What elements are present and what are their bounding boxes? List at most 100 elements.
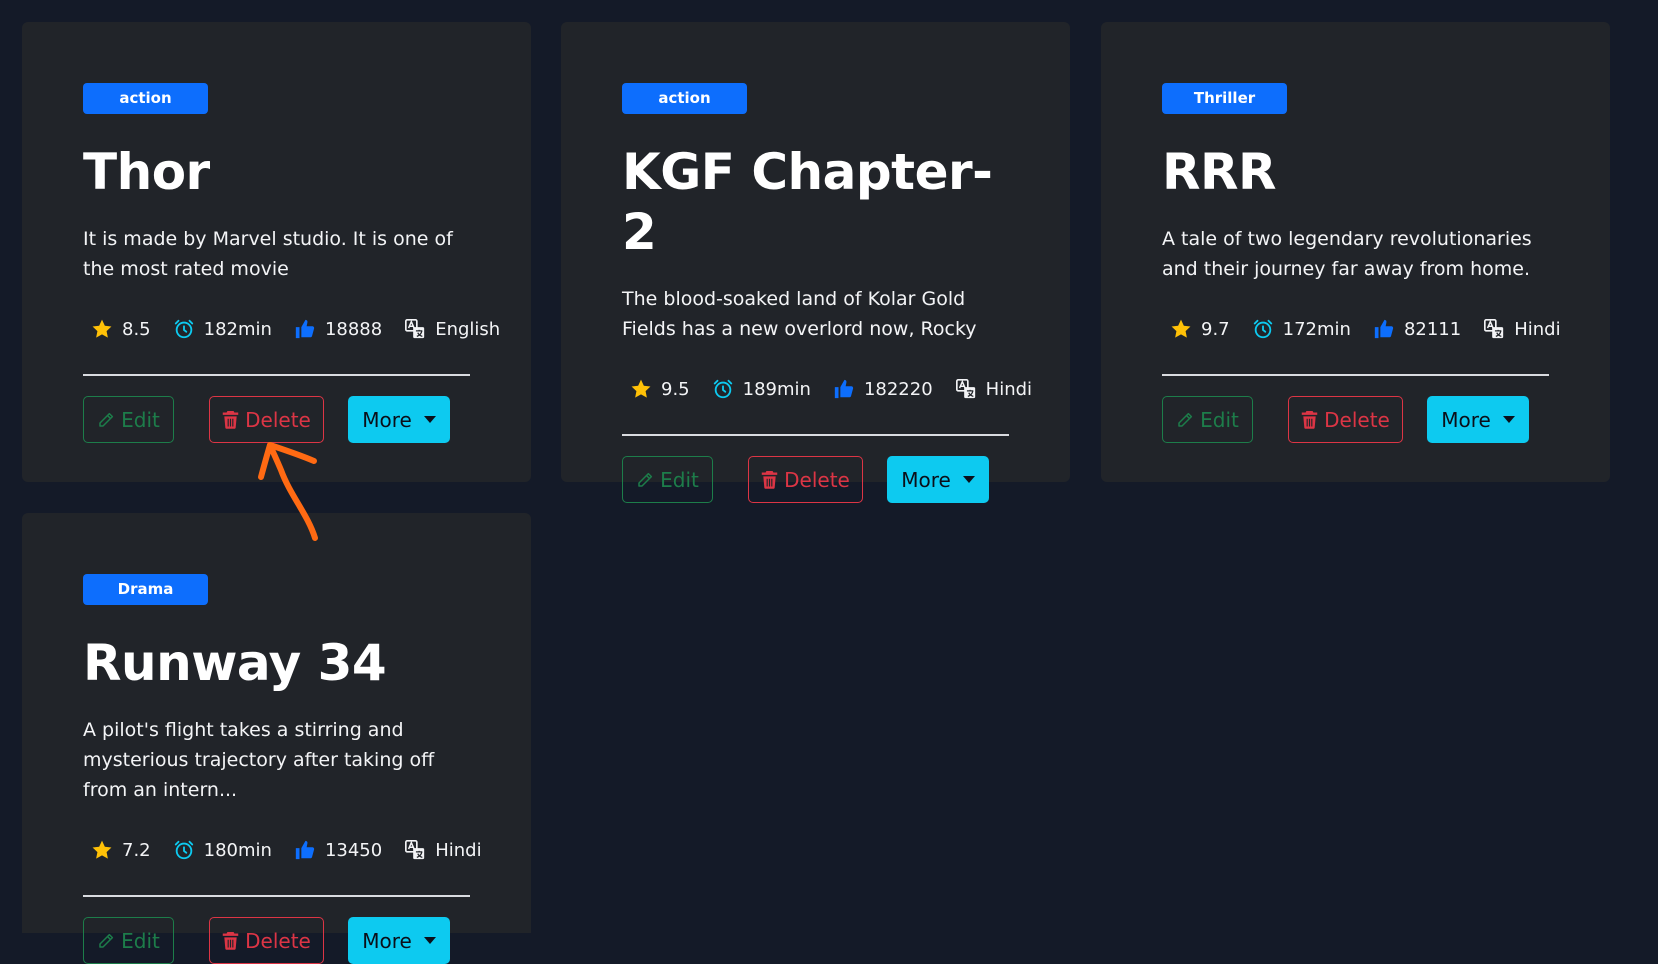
caret-down-icon	[423, 416, 436, 423]
card-divider	[83, 374, 470, 376]
language-value: English	[435, 318, 501, 340]
more-label: More	[362, 928, 412, 953]
more-dropdown-button[interactable]: More	[348, 917, 450, 964]
translate-icon	[955, 379, 975, 399]
more-label: More	[1441, 407, 1491, 432]
edit-button[interactable]: Edit	[83, 396, 174, 443]
edit-label: Edit	[121, 928, 160, 953]
movie-title: RRR	[1162, 143, 1277, 201]
translate-icon	[1484, 319, 1504, 339]
rating-stat: 8.5	[91, 318, 151, 340]
edit-button[interactable]: Edit	[1162, 396, 1253, 443]
duration-stat: 189min	[712, 378, 811, 400]
language-stat: English	[404, 318, 500, 340]
duration-value: 182min	[203, 318, 272, 340]
card-divider	[83, 895, 470, 897]
rating-stat: 9.7	[1170, 318, 1230, 340]
card-divider	[622, 434, 1009, 436]
edit-label: Edit	[121, 407, 160, 432]
rating-value: 9.7	[1201, 318, 1230, 340]
rating-stat: 7.2	[91, 839, 151, 861]
rating-value: 7.2	[122, 839, 151, 861]
likes-stat: 18888	[294, 318, 382, 340]
genre-badge: action	[622, 83, 747, 114]
more-dropdown-button[interactable]: More	[887, 456, 989, 503]
delete-label: Delete	[784, 467, 850, 492]
delete-button[interactable]: Delete	[748, 456, 863, 503]
card-actions: Edit Delete More	[83, 917, 470, 964]
duration-stat: 180min	[173, 839, 272, 861]
thumbs-up-icon	[295, 840, 315, 860]
movie-stats: 7.2 180min 13450 Hindi	[83, 835, 482, 865]
movie-card-grid: action Thor It is made by Marvel studio.…	[0, 0, 1658, 964]
movie-card: Thriller RRR A tale of two legendary rev…	[1101, 22, 1610, 482]
movie-title: Thor	[83, 143, 210, 201]
duration-stat: 182min	[173, 318, 272, 340]
likes-value: 13450	[324, 839, 383, 861]
pencil-icon	[99, 933, 114, 948]
translate-icon	[405, 840, 425, 860]
duration-value: 172min	[1282, 318, 1351, 340]
alarm-clock-icon	[1253, 319, 1272, 339]
likes-stat: 82111	[1373, 318, 1461, 340]
movie-card: action KGF Chapter-2 The blood-soaked la…	[561, 22, 1070, 503]
movie-description: A tale of two legendary revolutionaries …	[1162, 228, 1532, 280]
rating-value: 8.5	[122, 318, 151, 340]
language-value: Hindi	[435, 839, 482, 861]
more-label: More	[362, 407, 412, 432]
card-actions: Edit Delete More	[83, 396, 470, 443]
alarm-clock-icon	[713, 379, 732, 399]
delete-button[interactable]: Delete	[209, 917, 324, 964]
more-dropdown-button[interactable]: More	[348, 396, 450, 443]
star-icon	[92, 840, 112, 859]
likes-stat: 13450	[294, 839, 382, 861]
trash-icon	[761, 471, 778, 489]
caret-down-icon	[962, 476, 975, 483]
delete-label: Delete	[1324, 407, 1390, 432]
likes-value: 18888	[324, 318, 383, 340]
edit-button[interactable]: Edit	[622, 456, 713, 503]
caret-down-icon	[423, 937, 436, 944]
pencil-icon	[99, 412, 114, 427]
duration-value: 180min	[203, 839, 272, 861]
movie-card: Drama Runway 34 A pilot's flight takes a…	[22, 513, 531, 964]
delete-button[interactable]: Delete	[209, 396, 324, 443]
star-icon	[1171, 319, 1191, 338]
edit-label: Edit	[660, 467, 699, 492]
pencil-icon	[638, 472, 653, 487]
duration-stat: 172min	[1252, 318, 1351, 340]
movie-title: KGF Chapter-2	[622, 143, 993, 261]
likes-stat: 182220	[833, 378, 933, 400]
language-stat: Hindi	[955, 378, 1032, 400]
genre-badge: action	[83, 83, 208, 114]
edit-label: Edit	[1200, 407, 1239, 432]
genre-badge: Drama	[83, 574, 208, 605]
rating-stat: 9.5	[630, 378, 690, 400]
movie-description: The blood-soaked land of Kolar Gold Fiel…	[622, 288, 977, 340]
trash-icon	[222, 411, 239, 429]
caret-down-icon	[1502, 416, 1515, 423]
movie-stats: 9.5 189min 182220 Hindi	[622, 374, 1032, 404]
delete-button[interactable]: Delete	[1288, 396, 1403, 443]
movie-card: action Thor It is made by Marvel studio.…	[22, 22, 531, 482]
movie-stats: 8.5 182min 18888 English	[83, 314, 500, 344]
delete-label: Delete	[245, 407, 311, 432]
trash-icon	[1301, 411, 1318, 429]
edit-button[interactable]: Edit	[83, 917, 174, 964]
thumbs-up-icon	[295, 319, 315, 339]
pencil-icon	[1178, 412, 1193, 427]
card-actions: Edit Delete More	[622, 456, 1009, 503]
trash-icon	[222, 932, 239, 950]
language-value: Hindi	[985, 378, 1033, 400]
movie-description: It is made by Marvel studio. It is one o…	[83, 228, 453, 280]
translate-icon	[405, 319, 425, 339]
star-icon	[92, 319, 112, 338]
more-dropdown-button[interactable]: More	[1427, 396, 1529, 443]
movie-stats: 9.7 172min 82111 Hindi	[1162, 314, 1561, 344]
card-actions: Edit Delete More	[1162, 396, 1549, 443]
thumbs-up-icon	[1374, 319, 1394, 339]
movie-description: A pilot's flight takes a stirring and my…	[83, 719, 435, 801]
likes-value: 182220	[863, 378, 933, 400]
more-label: More	[901, 467, 951, 492]
movie-title: Runway 34	[83, 634, 387, 692]
